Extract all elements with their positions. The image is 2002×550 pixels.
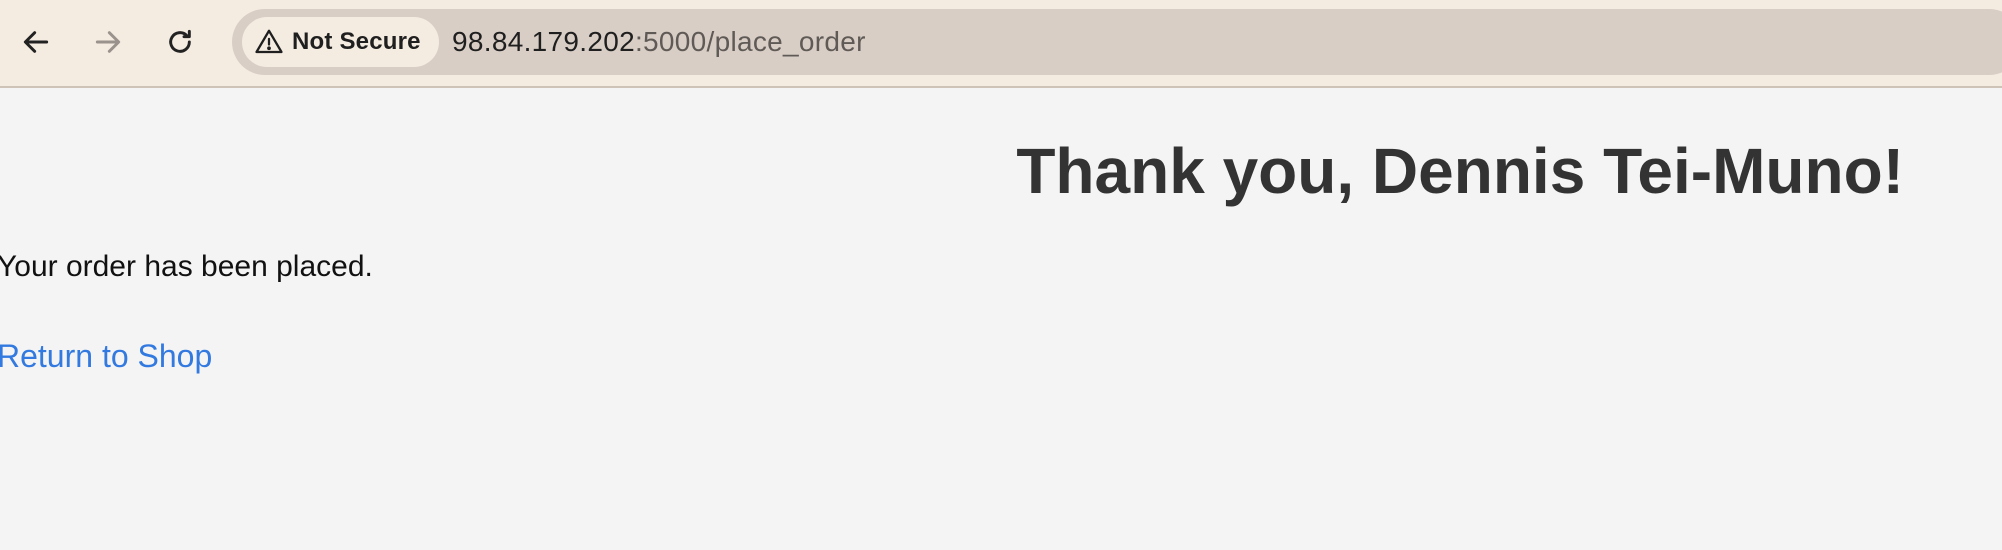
return-to-shop-link[interactable]: Return to Shop [0, 338, 212, 375]
warning-triangle-icon [255, 29, 283, 54]
forward-button[interactable] [86, 20, 130, 64]
reload-icon [169, 29, 191, 53]
page-title: Thank you, Dennis Tei-Muno! [1016, 135, 1904, 207]
back-button[interactable] [14, 20, 58, 64]
security-indicator[interactable]: Not Secure [242, 17, 439, 67]
url-text[interactable]: 98.84.179.202:5000/place_order [452, 9, 866, 75]
url-host: 98.84.179.202 [452, 26, 635, 57]
address-bar[interactable]: Not Secure 98.84.179.202:5000/place_orde… [232, 9, 2002, 75]
reload-button[interactable] [158, 20, 202, 64]
security-label: Not Secure [292, 28, 421, 55]
url-path: :5000/place_order [634, 26, 866, 57]
arrow-right-icon [95, 31, 121, 53]
order-confirmation-message: Your order has been placed. [0, 250, 373, 283]
arrow-left-icon [23, 31, 49, 53]
browser-toolbar: Not Secure 98.84.179.202:5000/place_orde… [0, 0, 2002, 88]
page-content: Thank you, Dennis Tei-Muno! Your order h… [0, 90, 2002, 550]
